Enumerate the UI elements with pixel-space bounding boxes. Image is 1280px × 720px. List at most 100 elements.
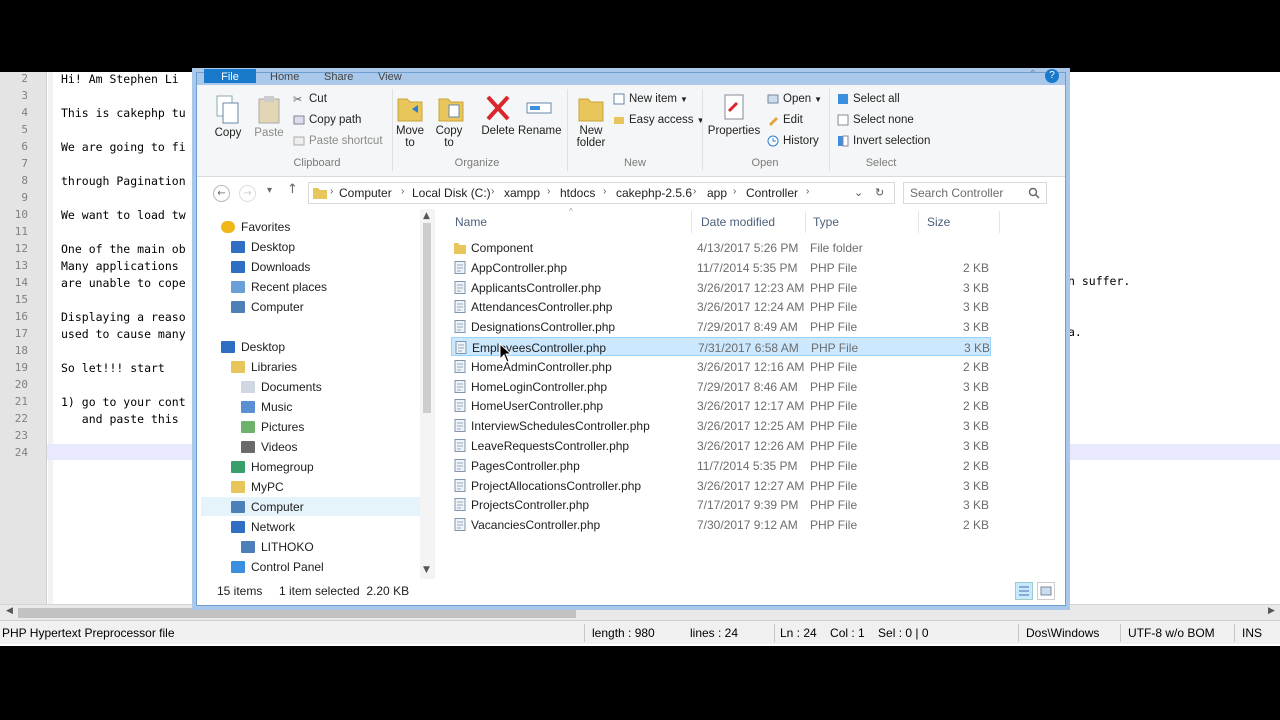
file-row[interactable]: HomeLoginController.php 7/29/2017 8:46 AM… xyxy=(451,377,991,396)
paste-button[interactable]: Paste xyxy=(251,95,287,139)
code-line: through Pagination xyxy=(61,174,186,188)
nav-item-desktop[interactable]: Desktop xyxy=(221,337,285,356)
search-box[interactable]: Search Controller xyxy=(903,182,1047,204)
tab-share[interactable]: Share xyxy=(324,71,353,83)
nav-item-computer[interactable]: Computer xyxy=(201,497,420,516)
nav-item-homegroup[interactable]: Homegroup xyxy=(231,457,314,476)
tab-home[interactable]: Home xyxy=(270,71,299,83)
file-row[interactable]: AttendancesController.php 3/26/2017 12:24… xyxy=(451,297,991,316)
encoding-label[interactable]: UTF-8 w/o BOM xyxy=(1128,626,1215,640)
move-to-button[interactable]: Move to xyxy=(395,93,425,149)
column-header-type[interactable]: Type xyxy=(813,215,839,229)
eol-format-label[interactable]: Dos\Windows xyxy=(1026,626,1099,640)
file-name: LeaveRequestsController.php xyxy=(471,439,630,453)
open-button[interactable]: Open ▼ xyxy=(767,93,822,105)
file-date: 7/29/2017 8:46 AM xyxy=(697,379,798,394)
select-all-icon xyxy=(838,94,848,104)
nav-item-pictures[interactable]: Pictures xyxy=(241,417,304,436)
large-icons-view-button[interactable] xyxy=(1037,582,1055,600)
nav-item-mypc[interactable]: MyPC xyxy=(231,477,284,496)
file-row[interactable]: AppController.php 11/7/2014 5:35 PM PHP Fi… xyxy=(451,258,991,277)
address-bar[interactable]: › Computer › Local Disk (C:) › xampp › h… xyxy=(308,182,895,204)
code-line: This is cakephp tu xyxy=(61,106,186,120)
file-row[interactable]: PagesController.php 11/7/2014 5:35 PM PHP … xyxy=(451,456,991,475)
cut-button[interactable]: ✂ Cut xyxy=(293,93,327,106)
crumb-app[interactable]: app xyxy=(707,186,727,200)
recent-locations-icon[interactable]: ▾ xyxy=(267,185,272,196)
insert-mode-label[interactable]: INS xyxy=(1242,626,1262,640)
easy-access-button[interactable]: Easy access ▼ xyxy=(613,114,704,126)
nav-item-documents[interactable]: Documents xyxy=(241,377,322,396)
nav-item-label: Music xyxy=(261,399,293,414)
tab-view[interactable]: View xyxy=(378,71,402,83)
file-row[interactable]: ProjectsController.php 7/17/2017 9:39 PM P… xyxy=(451,495,991,514)
edit-button[interactable]: Edit xyxy=(767,114,803,126)
nav-item-favorites[interactable]: Favorites xyxy=(221,217,290,236)
file-explorer-window: File Home Share View ⌃ ? Copy Paste ✂ Cut… xyxy=(196,69,1066,606)
minimize-ribbon-icon[interactable]: ⌃ xyxy=(1029,69,1037,80)
crumb-htdocs[interactable]: htdocs xyxy=(560,186,595,200)
copy-button[interactable]: Copy xyxy=(209,95,247,139)
invert-selection-button[interactable]: Invert selection xyxy=(837,135,930,147)
help-icon[interactable]: ? xyxy=(1045,69,1059,83)
paste-shortcut-button[interactable]: Paste shortcut xyxy=(293,135,383,147)
copy-to-button[interactable]: Copy to xyxy=(434,93,468,149)
file-row[interactable]: LeaveRequestsController.php 3/26/2017 12:… xyxy=(451,436,991,455)
editor-text-fragment: a. xyxy=(1068,325,1082,339)
file-row[interactable]: ProjectAllocationsController.php 3/26/201… xyxy=(451,476,991,495)
rename-button[interactable]: Rename xyxy=(518,93,561,137)
scroll-left-icon[interactable]: ◀ xyxy=(6,606,13,616)
column-header-size[interactable]: Size xyxy=(927,215,950,229)
scrollbar-thumb[interactable] xyxy=(423,223,431,413)
file-row[interactable]: DesignationsController.php 7/29/2017 8:49… xyxy=(451,317,991,336)
nav-item-desktop[interactable]: Desktop xyxy=(231,237,295,256)
column-header-date[interactable]: Date modified xyxy=(701,215,775,229)
crumb-computer[interactable]: Computer xyxy=(339,186,392,200)
select-all-button[interactable]: Select all xyxy=(837,93,900,105)
scrollbar-thumb[interactable] xyxy=(18,608,576,618)
nav-item-music[interactable]: Music xyxy=(241,397,292,416)
copy-path-button[interactable]: Copy path xyxy=(293,114,361,126)
column-header-name[interactable]: Name xyxy=(455,215,487,229)
crumb-local-disk[interactable]: Local Disk (C:) xyxy=(412,186,491,200)
properties-button[interactable]: Properties xyxy=(707,93,761,137)
file-row[interactable]: EmployeesController.php 7/31/2017 6:58 AM… xyxy=(451,337,991,356)
up-button[interactable]: ↑ xyxy=(287,182,298,197)
horizontal-scrollbar[interactable]: ◀ ▶ xyxy=(0,604,1280,620)
back-button[interactable]: ← xyxy=(213,185,230,202)
crumb-cakephp[interactable]: cakephp-2.5.6 xyxy=(616,186,692,200)
crumb-controller[interactable]: Controller xyxy=(746,186,798,200)
nav-item-recent-places[interactable]: Recent places xyxy=(231,277,327,296)
tab-file[interactable]: File xyxy=(204,69,256,83)
scroll-right-icon[interactable]: ▶ xyxy=(1268,606,1275,616)
nav-item-downloads[interactable]: Downloads xyxy=(231,257,310,276)
file-row[interactable]: InterviewSchedulesController.php 3/26/201… xyxy=(451,416,991,435)
new-item-button[interactable]: New item ▼ xyxy=(613,93,688,105)
refresh-icon[interactable]: ↻ xyxy=(875,186,884,199)
file-row[interactable]: VacanciesController.php 7/30/2017 9:12 AM… xyxy=(451,515,991,534)
nav-item-computer[interactable]: Computer xyxy=(231,297,304,316)
select-none-button[interactable]: Select none xyxy=(837,114,914,126)
address-dropdown-icon[interactable]: ⌄ xyxy=(854,186,863,199)
desktop-icon xyxy=(221,340,235,353)
nav-item-network[interactable]: Network xyxy=(231,517,295,536)
nav-item-libraries[interactable]: Libraries xyxy=(231,357,297,376)
file-size: 3 KB xyxy=(963,300,990,315)
file-row[interactable]: HomeAdminController.php 3/26/2017 12:16 A… xyxy=(451,357,991,376)
nav-item-lithoko[interactable]: LITHOKO xyxy=(241,537,314,556)
history-button[interactable]: History xyxy=(767,135,819,147)
file-row[interactable]: Component 4/13/2017 5:26 PM File folder xyxy=(451,238,991,257)
file-size: 3 KB xyxy=(963,478,990,493)
nav-item-videos[interactable]: Videos xyxy=(241,437,297,456)
file-row[interactable]: ApplicantsController.php 3/26/2017 12:23 … xyxy=(451,278,991,297)
file-name: ProjectAllocationsController.php xyxy=(471,478,642,493)
file-date: 3/26/2017 12:25 AM xyxy=(697,419,805,434)
navigation-scrollbar[interactable]: ▲ ▼ xyxy=(420,209,435,579)
details-view-button[interactable] xyxy=(1015,582,1033,600)
crumb-xampp[interactable]: xampp xyxy=(504,186,540,200)
nav-item-control-panel[interactable]: Control Panel xyxy=(231,557,324,576)
file-row[interactable]: HomeUserController.php 3/26/2017 12:17 AM… xyxy=(451,396,991,415)
new-folder-button[interactable]: New folder xyxy=(574,93,608,149)
forward-button[interactable]: → xyxy=(239,185,256,202)
delete-button[interactable]: Delete xyxy=(481,93,515,137)
